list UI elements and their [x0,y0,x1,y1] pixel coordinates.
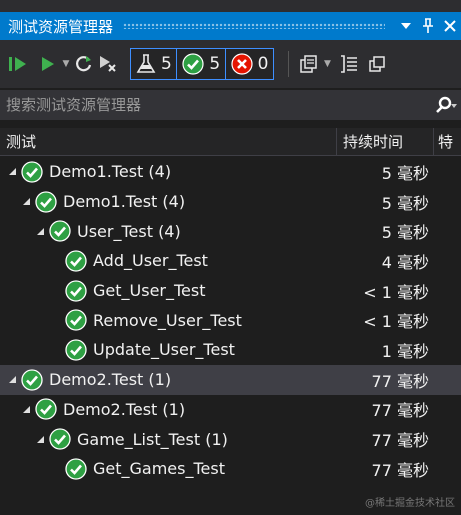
test-item[interactable]: Update_User_Test 1 毫秒 [0,335,461,365]
top-strip [0,0,461,12]
test-name: Get_User_Test [93,281,206,301]
test-name: Get_Games_Test [93,459,225,479]
test-name: Demo1.Test (4) [63,192,186,212]
search-input[interactable] [6,96,431,114]
test-group[interactable]: Demo1.Test (4) 5 毫秒 [0,187,461,217]
window-menu-button[interactable] [395,15,417,37]
search-icon [436,96,457,113]
group-by-icon [341,55,358,73]
refresh-icon [76,56,92,72]
passed-check-icon [21,161,43,183]
passed-check-icon [65,458,87,480]
test-item[interactable]: Add_User_Test 4 毫秒 [0,246,461,276]
window-title: 测试资源管理器 [8,17,114,36]
test-counters: 5 5 0 [130,48,275,80]
pass-icon [182,53,204,75]
refresh-button[interactable] [72,52,96,76]
toolbar-separator [288,51,290,77]
total-count: 5 [161,54,172,74]
column-duration[interactable]: 持续时间 [337,128,434,155]
chevron-down-icon [401,23,411,29]
test-name: Remove_User_Test [93,310,242,330]
playlist-button[interactable] [297,52,321,76]
passed-check-icon [35,398,57,420]
run-all-button[interactable] [6,52,30,76]
test-name: Demo2.Test (1) [49,370,172,390]
group-by-button[interactable] [337,52,361,76]
watermark: @稀土掘金技术社区 [365,498,455,509]
run-dropdown-caret[interactable]: ▼ [60,59,72,69]
test-item[interactable]: Get_User_Test < 1 毫秒 [0,276,461,306]
passed-count: 5 [209,54,221,74]
column-test[interactable]: 测试 [0,128,337,155]
test-duration: 77 毫秒 [371,431,429,451]
test-name: Demo2.Test (1) [63,399,186,419]
column-header: 测试 持续时间 特 [0,128,461,156]
test-group[interactable]: Demo2.Test (1) 77 毫秒 [0,364,461,395]
cancel-button[interactable] [96,52,120,76]
run-icon [42,57,54,71]
test-name: Demo1.Test (4) [49,162,172,182]
settings-icon [369,56,386,72]
test-tree: Demo1.Test (4) 5 毫秒 Demo1.Test (4) 5 毫秒 User… [0,157,461,484]
run-all-icon [9,57,26,71]
test-duration: < 1 毫秒 [363,282,429,302]
expand-toggle-icon[interactable] [6,167,18,176]
window-title-bar: 测试资源管理器 [0,12,461,40]
playlist-icon [300,55,318,73]
search-bar [0,90,461,120]
expand-toggle-icon[interactable] [20,405,32,414]
test-name: Add_User_Test [93,251,208,271]
passed-check-icon [65,309,87,331]
test-group[interactable]: Game_List_Test (1) 77 毫秒 [0,424,461,454]
test-duration: 4 毫秒 [381,252,429,272]
test-duration: 5 毫秒 [381,193,429,213]
settings-button[interactable] [365,52,389,76]
test-group[interactable]: Demo1.Test (4) 5 毫秒 [0,157,461,187]
pin-icon [423,18,433,33]
expand-toggle-icon[interactable] [34,227,46,236]
pin-button[interactable] [417,15,439,37]
title-grip[interactable] [123,23,385,29]
total-tests-filter[interactable]: 5 [130,48,178,80]
fail-icon [231,53,253,75]
test-duration: 77 毫秒 [371,460,429,480]
close-button[interactable] [439,15,461,37]
passed-check-icon [35,190,57,213]
expand-toggle-icon[interactable] [34,435,46,444]
test-duration: 1 毫秒 [381,341,429,361]
column-traits[interactable]: 特 [434,128,461,155]
test-name: Game_List_Test (1) [77,429,228,449]
test-name: Update_User_Test [93,340,235,360]
test-group[interactable]: User_Test (4) 5 毫秒 [0,216,461,246]
test-duration: 5 毫秒 [381,163,429,183]
test-item[interactable]: Get_Games_Test 77 毫秒 [0,454,461,484]
passed-check-icon [49,428,71,450]
test-group[interactable]: Demo2.Test (1) 77 毫秒 [0,395,461,425]
test-item[interactable]: Remove_User_Test < 1 毫秒 [0,305,461,335]
failed-tests-filter[interactable]: 0 [224,48,275,80]
passed-check-icon [49,220,71,242]
flask-icon [136,54,156,73]
passed-check-icon [65,279,87,302]
run-button[interactable] [36,52,60,76]
test-duration: 5 毫秒 [381,223,429,243]
test-duration: 77 毫秒 [371,371,429,391]
passed-tests-filter[interactable]: 5 [176,48,227,80]
expand-toggle-icon[interactable] [20,197,32,206]
expand-toggle-icon[interactable] [6,375,18,384]
test-duration: < 1 毫秒 [363,312,429,332]
playlist-dropdown-caret[interactable]: ▼ [321,59,333,69]
passed-check-icon [65,250,87,272]
failed-count: 0 [257,54,269,74]
toolbar: ▼ 5 5 0 ▼ [0,40,461,88]
search-button[interactable] [431,96,461,114]
test-name: User_Test (4) [77,221,181,241]
passed-check-icon [65,339,87,361]
close-icon [444,20,456,32]
passed-check-icon [21,369,43,391]
cancel-icon [100,56,117,73]
test-duration: 77 毫秒 [371,401,429,421]
